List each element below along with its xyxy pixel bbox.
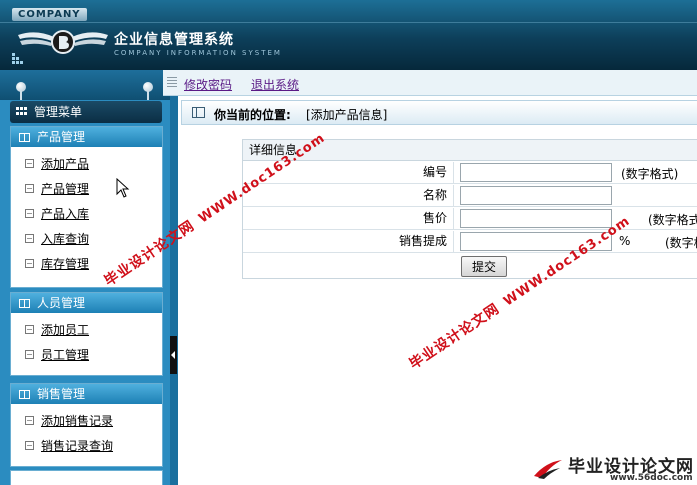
panel-title: 销售管理 [37,387,86,401]
panel-header-sales[interactable]: 销售管理 [11,384,162,404]
swoosh-logo-icon [534,460,562,479]
menu-link-product-stock-in[interactable]: 产品入库 [41,205,89,222]
system-subtitle: COMPANY INFORMATION SYSTEM [114,49,282,57]
winged-b-logo-icon [18,30,108,54]
footer-watermark-logo: 毕业设计论文网 www.56doc.com [530,452,697,485]
field-hint-commission: (数字格 [665,236,697,250]
system-title: 企业信息管理系统 [114,32,234,48]
location-label: 你当前的位置: [214,108,291,122]
document-icon [25,234,34,243]
panel-title: 产品管理 [37,130,86,144]
menu-title: 管理菜单 [10,101,162,123]
form-row-commission: 销售提成 % (数字格 [243,231,697,253]
panel-partial [10,470,163,485]
location-value: [添加产品信息] [306,108,388,122]
menu-item-employee-management[interactable]: 员工管理 [11,342,162,367]
book-icon [19,299,30,308]
sidebar: 管理菜单 产品管理 添加产品 产品管理 产品入库 入库查询 库存管理 人员管理 … [0,70,170,485]
window-pane-icon [192,107,205,118]
panel-title: 人员管理 [37,296,86,310]
form-row-code: 编号 (数字格式) [243,162,697,184]
company-badge: COMPANY [12,8,87,21]
submit-button[interactable]: 提交 [461,256,507,277]
menu-link-stock-in-query[interactable]: 入库查询 [41,230,89,247]
document-icon [25,209,34,218]
change-password-link[interactable]: 修改密码 [184,76,232,93]
main-content: 你当前的位置: [添加产品信息] 详细信息 编号 (数字格式) 名称 售价 (数… [178,96,697,485]
field-label-name: 名称 [243,185,454,207]
menu-item-sales-record-query[interactable]: 销售记录查询 [11,433,162,458]
app-header: COMPANY 企业信息管理系统 COMPANY INFORMATION SYS… [0,0,697,70]
corner-dots-icon [12,52,24,64]
footer-watermark-url: www.56doc.com [610,473,693,483]
menu-link-add-product[interactable]: 添加产品 [41,155,89,172]
panel-staff-management: 人员管理 添加员工 员工管理 [10,292,163,376]
panel-sales-management: 销售管理 添加销售记录 销售记录查询 [10,383,163,467]
menu-link-inventory-management[interactable]: 库存管理 [41,255,89,272]
field-hint-price: (数字格式 [648,213,697,227]
menu-title-label: 管理菜单 [34,105,83,119]
top-toolbar: 修改密码 退出系统 [163,70,697,96]
book-icon [19,390,30,399]
document-icon [25,416,34,425]
logout-link[interactable]: 退出系统 [251,76,299,93]
collapse-arrow-icon[interactable] [170,336,177,374]
field-label-price: 售价 [243,208,454,230]
menu-item-add-sales-record[interactable]: 添加销售记录 [11,408,162,433]
pin-icon [143,82,153,100]
menu-item-product-management[interactable]: 产品管理 [11,176,162,201]
mouse-cursor-icon [116,178,130,198]
form-row-name: 名称 [243,185,697,207]
document-icon [25,350,34,359]
sidebar-splitter[interactable] [170,70,178,485]
menu-link-add-sales-record[interactable]: 添加销售记录 [41,412,113,429]
name-input[interactable] [460,186,612,205]
document-icon [25,325,34,334]
pin-icon [16,82,26,100]
book-icon [19,133,30,142]
panel-header-staff[interactable]: 人员管理 [11,293,162,313]
field-label-commission: 销售提成 [243,231,454,253]
grid-icon [16,107,28,117]
field-unit-percent: % [619,234,631,248]
panel-header-product[interactable]: 产品管理 [11,127,162,147]
location-bar: 你当前的位置: [添加产品信息] [181,100,697,125]
code-input[interactable] [460,163,612,182]
document-icon [25,159,34,168]
grip-icon [167,77,177,89]
menu-item-add-employee[interactable]: 添加员工 [11,317,162,342]
menu-link-add-employee[interactable]: 添加员工 [41,321,89,338]
menu-link-product-management[interactable]: 产品管理 [41,180,89,197]
menu-item-product-stock-in[interactable]: 产品入库 [11,201,162,226]
document-icon [25,259,34,268]
menu-link-sales-record-query[interactable]: 销售记录查询 [41,437,113,454]
document-icon [25,184,34,193]
menu-link-employee-management[interactable]: 员工管理 [41,346,89,363]
document-icon [25,441,34,450]
product-form: 详细信息 编号 (数字格式) 名称 售价 (数字格式 销售提成 % (数字格 提… [242,139,697,279]
field-hint-code: (数字格式) [621,167,679,181]
price-input[interactable] [460,209,612,228]
menu-item-add-product[interactable]: 添加产品 [11,151,162,176]
